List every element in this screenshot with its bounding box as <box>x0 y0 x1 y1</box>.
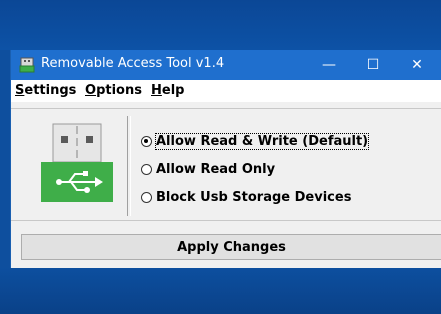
close-icon: ✕ <box>411 57 423 73</box>
option-label: Allow Read Only <box>156 161 276 177</box>
menu-settings[interactable]: Settings <box>15 83 76 98</box>
menu-bar: Settings Options Help <box>11 80 441 102</box>
option-label: Allow Read & Write (Default) <box>154 132 370 150</box>
option-block-usb[interactable]: Block Usb Storage Devices <box>141 188 351 206</box>
maximize-button[interactable]: ☐ <box>351 50 395 80</box>
usb-app-icon <box>19 57 35 73</box>
menu-help[interactable]: Help <box>151 83 184 98</box>
vertical-divider <box>127 116 131 216</box>
option-read-write[interactable]: Allow Read & Write (Default) <box>141 132 370 150</box>
radio-button-checked[interactable] <box>141 135 152 147</box>
horizontal-divider <box>11 220 441 221</box>
minimize-icon: — <box>322 57 336 73</box>
close-button[interactable]: ✕ <box>395 50 439 80</box>
radio-button[interactable] <box>141 163 152 175</box>
radio-button[interactable] <box>141 191 152 203</box>
title-bar[interactable]: Removable Access Tool v1.4 — ☐ ✕ <box>11 50 441 80</box>
maximize-icon: ☐ <box>366 57 380 73</box>
option-label: Block Usb Storage Devices <box>156 189 352 205</box>
menu-options[interactable]: Options <box>85 83 142 98</box>
window-title: Removable Access Tool v1.4 <box>41 56 225 71</box>
apply-changes-button[interactable]: Apply Changes <box>21 234 441 260</box>
option-read-only[interactable]: Allow Read Only <box>141 160 275 178</box>
usb-drive-icon <box>41 123 113 202</box>
desktop-background-top <box>0 0 441 50</box>
app-window: Removable Access Tool v1.4 — ☐ ✕ Setting… <box>10 50 441 268</box>
minimize-button[interactable]: — <box>307 50 351 80</box>
desktop-background-bottom <box>0 268 441 314</box>
